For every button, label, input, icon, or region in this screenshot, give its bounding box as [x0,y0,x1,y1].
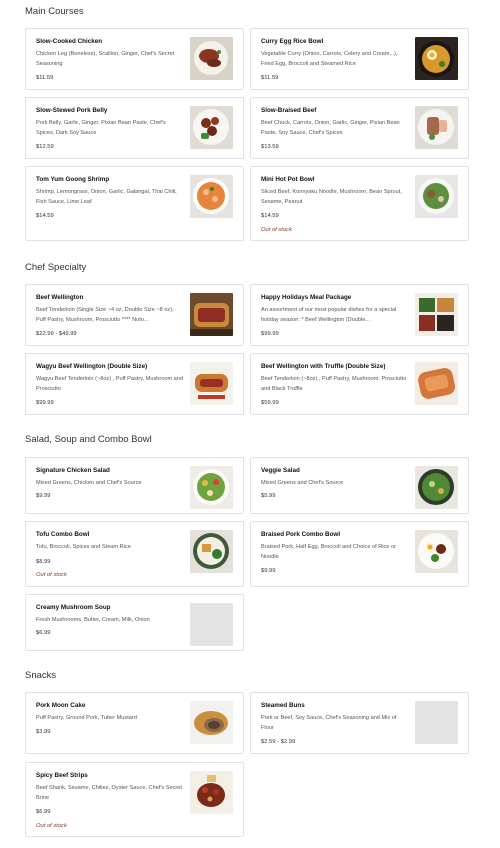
item-price: $6.99 [36,630,51,636]
item-name: Veggie Salad [261,467,300,474]
item-description: Sliced Beef, Konnyaku Noodle, Mushroom, … [261,189,402,205]
tofu-bowl-image [190,530,233,573]
item-description: Pork or Beef, Soy Sauce, Chef's Seasonin… [261,715,397,731]
menu-item-card[interactable]: Slow-Stewed Pork Belly Pork Belly, Garli… [25,97,244,159]
item-price: $99.99 [36,400,54,406]
item-price: $13.59 [261,144,279,150]
menu-item-card[interactable]: Slow-Cooked Chicken Chicken Leg (Boneles… [25,28,244,90]
item-name: Braised Pork Combo Bowl [261,531,341,538]
image-placeholder [190,603,233,646]
spicy-beef-strips-image [190,771,233,814]
out-of-stock-label: Out of stock [36,572,67,578]
item-name: Tofu Combo Bowl [36,531,90,538]
image-placeholder [415,701,458,744]
menu-item-card[interactable]: Braised Pork Combo Bowl Braised Pork, Ha… [250,521,469,587]
beef-plate-image [415,106,458,149]
item-name: Slow-Stewed Pork Belly [36,107,108,114]
item-price: $3.99 [36,729,51,735]
tom-yum-soup-image [190,175,233,218]
item-name: Tom Yum Goong Shrimp [36,176,110,183]
item-description: Braised Pork, Half Egg, Broccoli and Cho… [261,544,396,560]
menu-item-card[interactable]: Slow-Braised Beef Beef Chuck, Carrots, O… [250,97,469,159]
item-description: Puff Pastry, Ground Pork, Tuber Mustard [36,715,137,721]
item-name: Happy Holidays Meal Package [261,294,352,301]
menu-item-card[interactable]: Steamed Buns Pork or Beef, Soy Sauce, Ch… [250,692,469,754]
holiday-package-image [415,293,458,336]
section-title-main-courses: Main Courses [25,6,84,17]
menu-item-card[interactable]: Beef Wellington Beef Tenderloin (Single … [25,284,244,346]
item-name: Beef Wellington with Truffle (Double Siz… [261,363,386,370]
item-name: Spicy Beef Strips [36,772,88,779]
item-name: Slow-Braised Beef [261,107,317,114]
item-description: Beef Tenderloin (~8oz) , Puff Pastry, Mu… [261,376,407,392]
menu-item-card[interactable]: Happy Holidays Meal Package An assortmen… [250,284,469,346]
item-price: $9.99 [261,568,276,574]
item-price: $59.99 [261,400,279,406]
item-name: Creamy Mushroom Soup [36,604,111,611]
item-description: Fresh Mushrooms, Butter, Cream, Milk, On… [36,617,150,623]
item-price: $8.99 [36,559,51,565]
menu-item-card[interactable]: Pork Moon Cake Puff Pastry, Ground Pork,… [25,692,244,754]
menu-item-card[interactable]: Creamy Mushroom Soup Fresh Mushrooms, Bu… [25,594,244,651]
item-name: Mini Hot Pot Bowl [261,176,315,183]
item-price: $11.59 [261,75,279,81]
menu-item-card[interactable]: Signature Chicken Salad Mixed Greens, Ch… [25,457,244,514]
item-price: $99.99 [261,331,279,337]
item-description: An assortment of our most popular dishes… [261,307,397,323]
item-description: Mixed Greens and Chef's Source [261,480,344,486]
item-description: Beef Tenderloin (Single Size ~4 oz, Doub… [36,307,174,323]
item-description: Beef Shank, Sesame, Chilies, Oyster Sauc… [36,785,182,801]
item-name: Slow-Cooked Chicken [36,38,103,45]
item-price: $9.99 [36,493,51,499]
menu-item-card[interactable]: Wagyu Beef Wellington (Double Size) Wagy… [25,353,244,415]
item-description: Vegetable Curry (Onion, Carrots, Celery … [261,51,398,67]
item-name: Beef Wellington [36,294,84,301]
menu-item-card[interactable]: Curry Egg Rice Bowl Vegetable Curry (Oni… [250,28,469,90]
menu-item-card[interactable]: Spicy Beef Strips Beef Shank, Sesame, Ch… [25,762,244,837]
item-name: Pork Moon Cake [36,702,86,709]
item-price: $2.59 - $2.99 [261,739,296,745]
menu-item-card[interactable]: Beef Wellington with Truffle (Double Siz… [250,353,469,415]
item-description: Pork Belly, Garlic, Ginger, Pixian Bean … [36,120,166,136]
menu-item-card[interactable]: Tofu Combo Bowl Tofu, Broccoli, Spices a… [25,521,244,587]
hotpot-bowl-image [415,175,458,218]
menu-item-card[interactable]: Tom Yum Goong Shrimp Shrimp, Lemongrass,… [25,166,244,241]
wagyu-wellington-image [190,362,233,405]
pork-moon-cake-image [190,701,233,744]
pork-plate-image [190,106,233,149]
truffle-wellington-image [415,362,458,405]
item-description: Tofu, Broccoli, Spices and Steam Rice [36,544,131,550]
item-price: $14.59 [36,213,54,219]
item-name: Signature Chicken Salad [36,467,110,474]
veggie-salad-image [415,466,458,509]
chicken-plate-image [190,37,233,80]
out-of-stock-label: Out of stock [36,823,67,829]
item-description: Wagyu Beef Tenderloin (~8oz) , Puff Past… [36,376,184,392]
item-name: Steamed Buns [261,702,305,709]
item-description: Mixed Greens, Chicken and Chef's Source [36,480,142,486]
menu-item-card[interactable]: Mini Hot Pot Bowl Sliced Beef, Konnyaku … [250,166,469,241]
out-of-stock-label: Out of stock [261,227,292,233]
section-title-salad-soup-combo: Salad, Soup and Combo Bowl [25,434,152,445]
item-price: $12.59 [36,144,54,150]
item-price: $14.59 [261,213,279,219]
item-price: $6.99 [36,809,51,815]
item-description: Chicken Leg (Boneless), Scallion, Ginger… [36,51,175,67]
curry-bowl-image [415,37,458,80]
menu-item-card[interactable]: Veggie Salad Mixed Greens and Chef's Sou… [250,457,469,514]
item-price: $22.99 - $49.99 [36,331,77,337]
braised-pork-bowl-image [415,530,458,573]
chicken-salad-image [190,466,233,509]
item-name: Curry Egg Rice Bowl [261,38,324,45]
item-name: Wagyu Beef Wellington (Double Size) [36,363,148,370]
item-description: Beef Chuck, Carrots, Onion, Garlic, Ging… [261,120,400,136]
beef-wellington-image [190,293,233,336]
item-price: $5.99 [261,493,276,499]
item-description: Shrimp, Lemongrass, Onion, Garlic, Galan… [36,189,177,205]
section-title-snacks: Snacks [25,670,57,681]
item-price: $11.59 [36,75,54,81]
section-title-chef-specialty: Chef Specialty [25,262,87,273]
